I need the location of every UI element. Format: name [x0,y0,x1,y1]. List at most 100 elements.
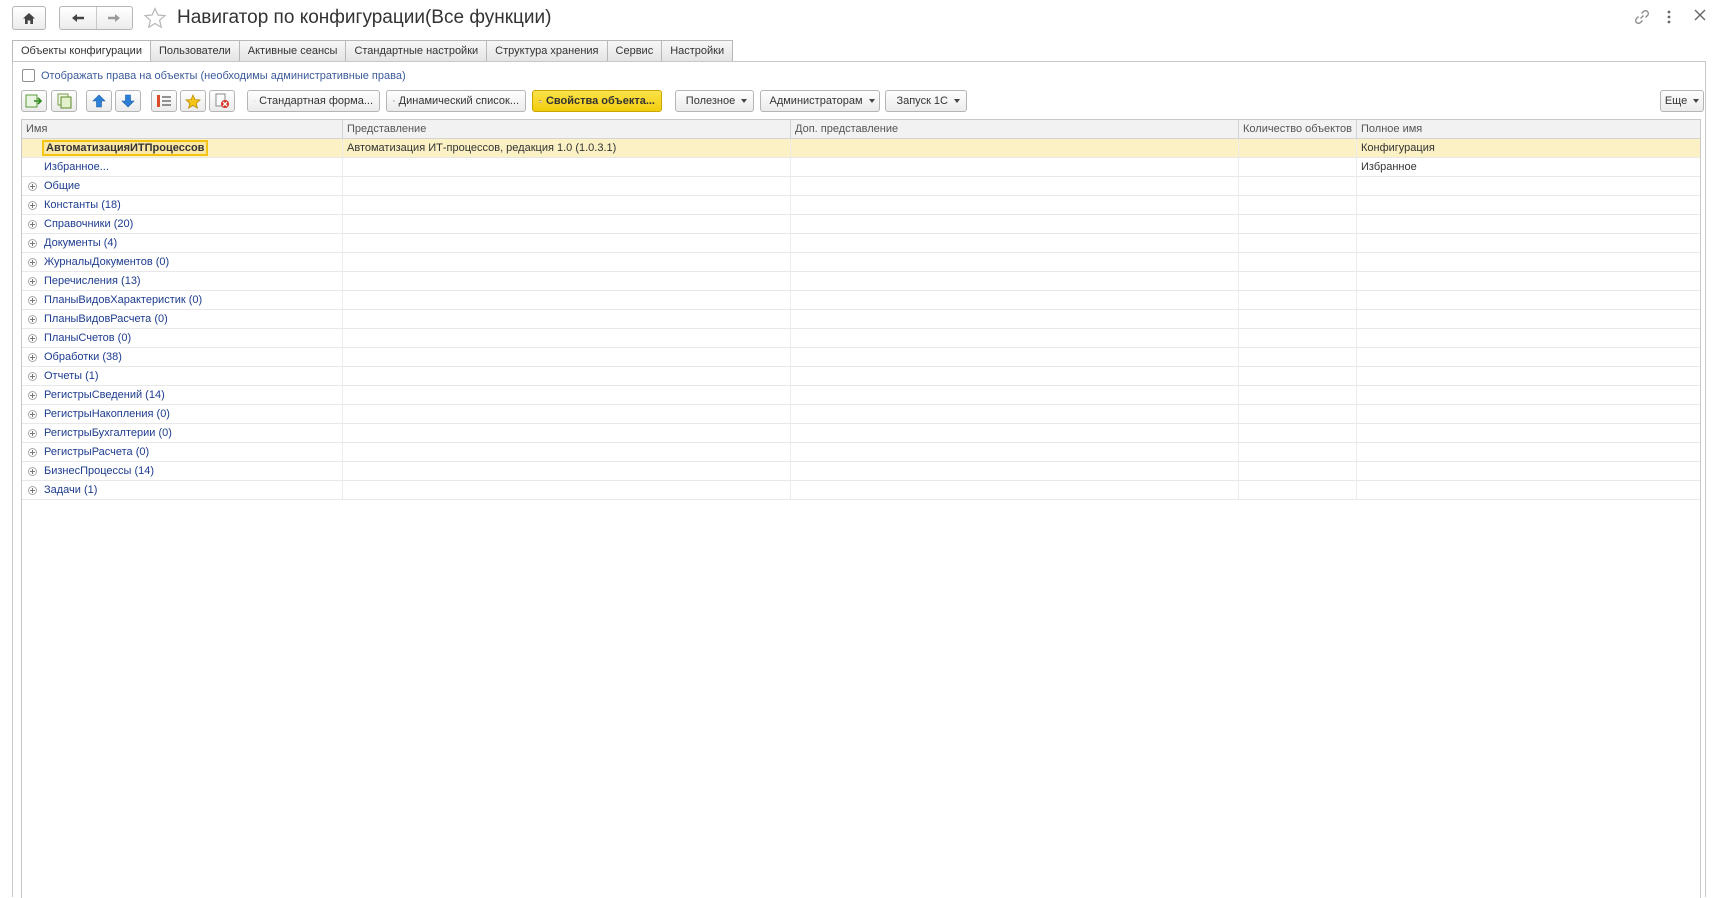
cell-name[interactable]: Задачи (1) [22,481,343,499]
launch-1c-menu-button[interactable]: Запуск 1С [885,90,967,112]
cell-name[interactable]: АвтоматизацияИТПроцессов [22,139,343,157]
cell-name[interactable]: Избранное... [22,158,343,176]
tab-standard-settings[interactable]: Стандартные настройки [346,40,487,62]
table-row[interactable]: Перечисления (13) [22,272,1700,291]
move-down-button[interactable] [115,90,141,112]
administrators-menu-button[interactable]: Администраторам [760,90,880,112]
expand-plus-icon[interactable] [28,429,37,438]
cell-presentation [343,329,791,347]
home-button[interactable] [12,6,46,30]
expand-plus-icon[interactable] [28,372,37,381]
table-row[interactable]: Общие [22,177,1700,196]
cell-extra-presentation [791,348,1239,366]
cell-name[interactable]: Обработки (38) [22,348,343,366]
config-objects-table[interactable]: Имя Представление Доп. представление Кол… [21,119,1701,898]
tab-active-sessions[interactable]: Активные сеансы [240,40,347,62]
expand-plus-icon[interactable] [28,315,37,324]
header-object-count[interactable]: Количество объектов [1239,120,1357,138]
expand-plus-icon[interactable] [28,258,37,267]
cell-name[interactable]: РегистрыРасчета (0) [22,443,343,461]
expand-plus-icon[interactable] [28,296,37,305]
table-row[interactable]: ПланыВидовХарактеристик (0) [22,291,1700,310]
remove-button[interactable] [209,90,235,112]
close-icon[interactable] [1694,9,1706,21]
table-row[interactable]: ПланыСчетов (0) [22,329,1700,348]
more-menu-button[interactable]: Еще [1660,90,1704,112]
move-up-button[interactable] [86,90,112,112]
expand-plus-icon[interactable] [28,353,37,362]
cell-name[interactable]: РегистрыСведений (14) [22,386,343,404]
show-rights-option[interactable]: Отображать права на объекты (необходимы … [22,69,406,82]
cell-name[interactable]: БизнесПроцессы (14) [22,462,343,480]
expand-plus-icon[interactable] [28,182,37,191]
table-row[interactable]: Константы (18) [22,196,1700,215]
table-row[interactable]: ПланыВидовРасчета (0) [22,310,1700,329]
tab-users[interactable]: Пользователи [151,40,240,62]
header-name[interactable]: Имя [22,120,343,138]
table-row[interactable]: РегистрыБухгалтерии (0) [22,424,1700,443]
tab-configuration-objects[interactable]: Объекты конфигурации [12,40,151,63]
expand-plus-icon[interactable] [28,201,37,210]
forward-button[interactable] [96,7,132,29]
expand-plus-icon[interactable] [28,448,37,457]
cell-extra-presentation [791,386,1239,404]
add-to-favorites-button[interactable] [21,90,47,112]
table-row[interactable]: Избранное...Избранное [22,158,1700,177]
cell-name[interactable]: Общие [22,177,343,195]
expand-plus-icon[interactable] [28,410,37,419]
dynamic-list-button[interactable]: Динамический список... [386,90,526,112]
table-row[interactable]: БизнесПроцессы (14) [22,462,1700,481]
table-row[interactable]: Задачи (1) [22,481,1700,500]
star-icon[interactable] [143,7,167,29]
table-row[interactable]: АвтоматизацияИТПроцессовАвтоматизация ИТ… [22,139,1700,158]
table-row[interactable]: РегистрыНакопления (0) [22,405,1700,424]
table-row[interactable]: Справочники (20) [22,215,1700,234]
expand-plus-icon[interactable] [28,239,37,248]
show-rights-checkbox[interactable] [22,69,35,82]
cell-name[interactable]: ПланыВидовРасчета (0) [22,310,343,328]
header-extra-presentation[interactable]: Доп. представление [791,120,1239,138]
cell-name[interactable]: Отчеты (1) [22,367,343,385]
list-view-button[interactable] [151,90,177,112]
cell-name[interactable]: РегистрыБухгалтерии (0) [22,424,343,442]
row-name-label: Документы (4) [44,234,117,252]
expand-plus-icon[interactable] [28,277,37,286]
cell-name[interactable]: Перечисления (13) [22,272,343,290]
header-presentation[interactable]: Представление [343,120,791,138]
expand-plus-icon[interactable] [28,467,37,476]
expand-plus-icon[interactable] [28,391,37,400]
show-rights-label[interactable]: Отображать права на объекты (необходимы … [41,70,406,82]
cell-name[interactable]: Документы (4) [22,234,343,252]
back-button[interactable] [60,7,96,29]
expand-plus-icon[interactable] [28,334,37,343]
useful-menu-button[interactable]: Полезное [675,90,754,112]
row-name-label: АвтоматизацияИТПроцессов [42,140,208,156]
table-row[interactable]: ЖурналыДокументов (0) [22,253,1700,272]
favorite-button[interactable] [180,90,206,112]
cell-full-name [1357,177,1700,195]
cell-name[interactable]: ЖурналыДокументов (0) [22,253,343,271]
table-row[interactable]: Отчеты (1) [22,367,1700,386]
link-icon[interactable] [1634,9,1650,25]
tab-storage-structure[interactable]: Структура хранения [487,40,607,62]
table-row[interactable]: Обработки (38) [22,348,1700,367]
table-row[interactable]: РегистрыСведений (14) [22,386,1700,405]
object-properties-button[interactable]: Свойства объекта... [532,90,662,112]
standard-form-button[interactable]: Стандартная форма... [247,90,380,112]
cell-name[interactable]: Справочники (20) [22,215,343,233]
expand-plus-icon[interactable] [28,486,37,495]
cell-name[interactable]: Константы (18) [22,196,343,214]
cell-name[interactable]: ПланыСчетов (0) [22,329,343,347]
header-full-name[interactable]: Полное имя [1357,120,1700,138]
cell-presentation [343,215,791,233]
open-list-button[interactable] [51,90,77,112]
table-row[interactable]: Документы (4) [22,234,1700,253]
expand-plus-icon[interactable] [28,220,37,229]
cell-name[interactable]: ПланыВидовХарактеристик (0) [22,291,343,309]
table-row[interactable]: РегистрыРасчета (0) [22,443,1700,462]
tab-service[interactable]: Сервис [608,40,663,62]
cell-name[interactable]: РегистрыНакопления (0) [22,405,343,423]
more-vertical-icon[interactable] [1665,9,1673,25]
tab-settings[interactable]: Настройки [662,40,733,62]
cell-full-name [1357,443,1700,461]
